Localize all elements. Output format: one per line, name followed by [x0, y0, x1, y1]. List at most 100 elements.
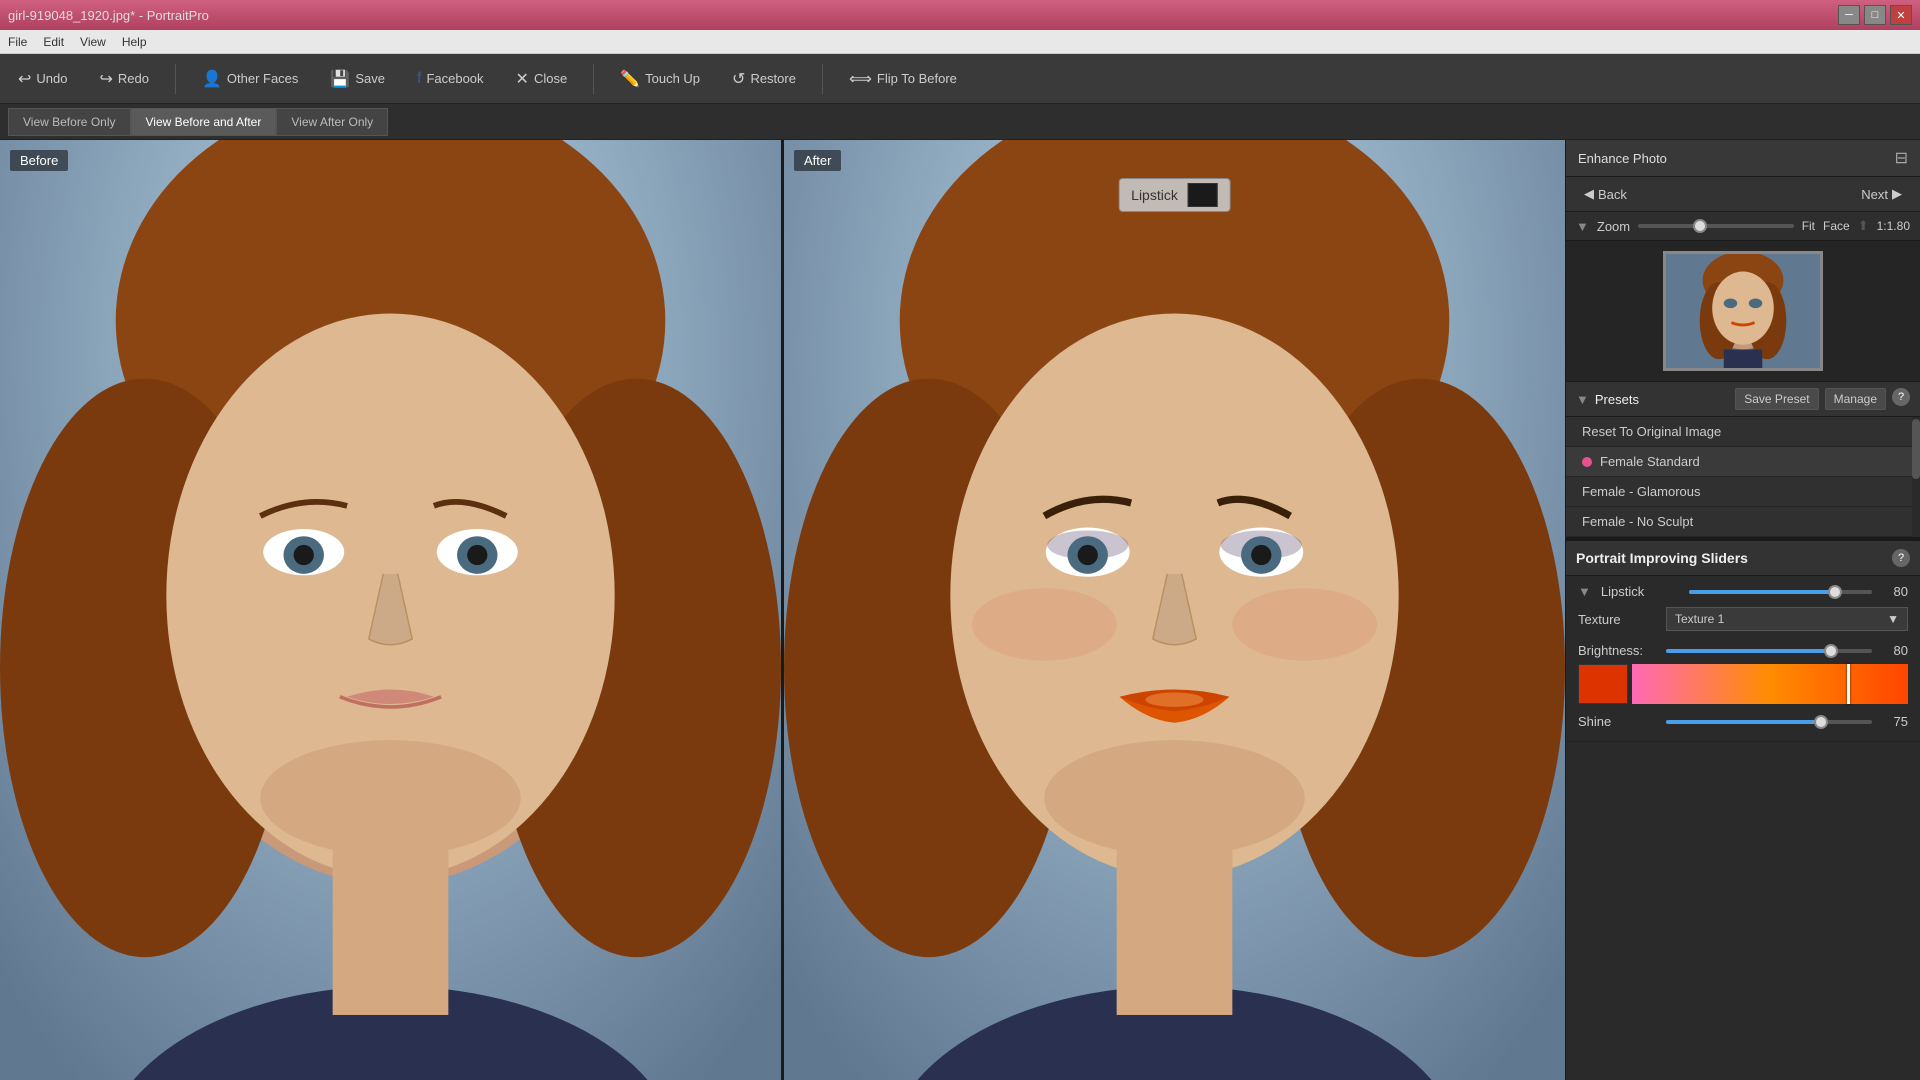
texture-row: Texture Texture 1 ▼: [1578, 603, 1908, 635]
zoom-fit-button[interactable]: Fit: [1802, 219, 1815, 233]
zoom-face-button[interactable]: Face: [1823, 219, 1850, 233]
other-faces-icon: 👤: [202, 69, 222, 89]
color-swatch[interactable]: [1578, 664, 1628, 704]
undo-icon: ↩: [18, 69, 31, 89]
lipstick-chevron-icon: ▼: [1578, 584, 1591, 599]
main-area: Before: [0, 140, 1920, 1080]
collapse-icon[interactable]: ⊟: [1895, 148, 1908, 168]
menu-edit[interactable]: Edit: [43, 35, 64, 49]
preset-actions: Save Preset Manage ?: [1735, 388, 1910, 410]
lipstick-slider-thumb[interactable]: [1828, 585, 1842, 599]
presets-help-icon[interactable]: ?: [1892, 388, 1910, 406]
close-icon: ✕: [516, 69, 529, 89]
preset-active-dot: [1582, 457, 1592, 467]
close-label: Close: [534, 71, 567, 86]
presets-chevron-icon: ▼: [1576, 392, 1589, 407]
back-button[interactable]: ◀ Back: [1576, 183, 1635, 205]
preset-female-standard-label: Female Standard: [1600, 454, 1700, 469]
preset-glamorous-label: Female - Glamorous: [1582, 484, 1700, 499]
titlebar-controls: ─ □ ✕: [1838, 5, 1912, 25]
restore-icon: ↺: [732, 69, 745, 89]
after-image: [784, 140, 1565, 1080]
touch-up-button[interactable]: ✏️ Touch Up: [614, 65, 706, 93]
other-faces-button[interactable]: 👤 Other Faces: [196, 65, 304, 93]
brightness-label: Brightness:: [1578, 643, 1658, 658]
brightness-slider-track[interactable]: [1666, 649, 1872, 653]
zoom-row: ▼ Zoom Fit Face ⬆ 1:1.80: [1566, 212, 1920, 241]
restore-button[interactable]: ↺ Restore: [726, 65, 802, 93]
before-label: Before: [10, 150, 68, 171]
lipstick-slider-label: Lipstick: [1601, 584, 1681, 599]
before-image: [0, 140, 781, 1080]
undo-label: Undo: [36, 71, 67, 86]
zoom-thumb[interactable]: [1693, 219, 1707, 233]
viewbar: View Before Only View Before and After V…: [0, 104, 1920, 140]
presets-list: Reset To Original Image Female Standard …: [1566, 417, 1920, 537]
shine-slider-thumb[interactable]: [1814, 715, 1828, 729]
thumbnail-frame: [1663, 251, 1823, 371]
preset-item-reset[interactable]: Reset To Original Image: [1566, 417, 1920, 447]
manage-button[interactable]: Manage: [1825, 388, 1886, 410]
save-button[interactable]: 💾 Save: [324, 65, 391, 93]
save-label: Save: [355, 71, 385, 86]
menu-file[interactable]: File: [8, 35, 27, 49]
texture-select[interactable]: Texture 1 ▼: [1666, 607, 1908, 631]
view-before-only-button[interactable]: View Before Only: [8, 108, 131, 136]
presets-title-row: ▼ Presets: [1576, 392, 1639, 407]
separator-1: [175, 64, 176, 94]
presets-scrollbar[interactable]: [1912, 417, 1920, 537]
shine-slider-fill: [1666, 720, 1821, 724]
zoom-separator: ⬆: [1858, 218, 1869, 234]
after-panel: After Lipstick: [784, 140, 1565, 1080]
maximize-button[interactable]: □: [1864, 5, 1886, 25]
preset-item-female-no-sculpt[interactable]: Female - No Sculpt: [1566, 507, 1920, 537]
enhance-title: Enhance Photo: [1578, 151, 1667, 166]
redo-button[interactable]: ↪ Redo: [93, 65, 154, 93]
facebook-button[interactable]: f Facebook: [411, 66, 490, 92]
image-area: Before: [0, 140, 1565, 1080]
before-panel: Before: [0, 140, 784, 1080]
menu-help[interactable]: Help: [122, 35, 147, 49]
preset-no-sculpt-label: Female - No Sculpt: [1582, 514, 1693, 529]
lipstick-slider-track[interactable]: [1689, 590, 1872, 594]
nav-row: ◀ Back Next ▶: [1566, 177, 1920, 212]
zoom-value: 1:1.80: [1877, 219, 1910, 233]
lipstick-popup-label: Lipstick: [1131, 187, 1178, 203]
shine-label: Shine: [1578, 714, 1658, 729]
save-icon: 💾: [330, 69, 350, 89]
before-face-svg: [0, 140, 781, 1080]
brightness-slider-thumb[interactable]: [1824, 644, 1838, 658]
view-before-and-after-button[interactable]: View Before and After: [131, 108, 277, 136]
lipstick-color-swatch[interactable]: [1188, 183, 1218, 207]
save-preset-button[interactable]: Save Preset: [1735, 388, 1818, 410]
lipstick-slider-fill: [1689, 590, 1836, 594]
close-window-button[interactable]: ✕: [1890, 5, 1912, 25]
zoom-slider[interactable]: [1638, 224, 1794, 228]
undo-button[interactable]: ↩ Undo: [12, 65, 73, 93]
touch-up-icon: ✏️: [620, 69, 640, 89]
separator-3: [822, 64, 823, 94]
texture-dropdown-icon: ▼: [1887, 612, 1899, 626]
view-after-only-button[interactable]: View After Only: [276, 108, 388, 136]
preset-item-female-glamorous[interactable]: Female - Glamorous: [1566, 477, 1920, 507]
menu-view[interactable]: View: [80, 35, 106, 49]
shine-slider-track[interactable]: [1666, 720, 1872, 724]
back-arrow-icon: ◀: [1584, 186, 1594, 202]
sliders-header: Portrait Improving Sliders ?: [1566, 537, 1920, 576]
close-button[interactable]: ✕ Close: [510, 65, 574, 93]
titlebar: girl-919048_1920.jpg* - PortraitPro ─ □ …: [0, 0, 1920, 30]
texture-value: Texture 1: [1675, 612, 1724, 626]
color-gradient-picker[interactable]: [1632, 664, 1908, 704]
titlebar-title: girl-919048_1920.jpg* - PortraitPro: [8, 8, 209, 23]
sliders-help-icon[interactable]: ?: [1892, 549, 1910, 567]
sliders-title: Portrait Improving Sliders: [1576, 550, 1748, 566]
flip-to-before-button[interactable]: ⟺ Flip To Before: [843, 65, 963, 93]
next-button[interactable]: Next ▶: [1853, 183, 1910, 205]
lipstick-slider-row: ▼ Lipstick 80: [1578, 584, 1908, 599]
minimize-button[interactable]: ─: [1838, 5, 1860, 25]
next-label: Next: [1861, 187, 1888, 202]
touch-up-label: Touch Up: [645, 71, 700, 86]
facebook-label: Facebook: [426, 71, 483, 86]
preset-item-female-standard[interactable]: Female Standard: [1566, 447, 1920, 477]
right-panel: Enhance Photo ⊟ ◀ Back Next ▶ ▼ Zoom Fit…: [1565, 140, 1920, 1080]
